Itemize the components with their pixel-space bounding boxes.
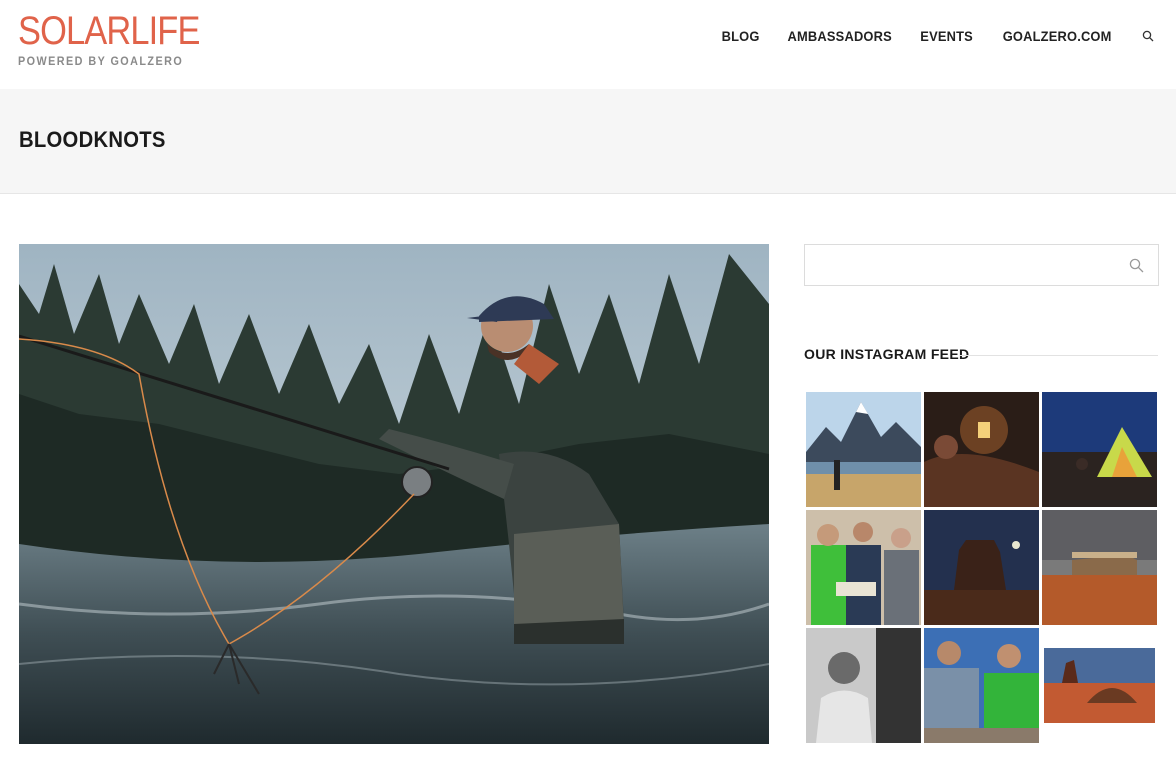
widget-title-divider — [960, 355, 1158, 356]
page-title-bar: BLOODKNOTS — [0, 89, 1176, 194]
instagram-tile-cabin-desert[interactable] — [1042, 510, 1157, 625]
site-logo[interactable]: SOLARLIFE POWERED BY GOALZERO — [18, 10, 229, 68]
search-input[interactable] — [805, 245, 1129, 283]
logo-subtitle: POWERED BY GOALZERO — [18, 54, 184, 68]
fly-fishing-photo — [19, 244, 769, 744]
featured-image[interactable] — [19, 244, 769, 744]
instagram-grid — [806, 392, 1158, 744]
page-title: BLOODKNOTS — [19, 127, 166, 152]
sidebar-search — [804, 244, 1159, 286]
main-nav: BLOG AMBASSADORS EVENTS GOALZERO.COM — [698, 28, 1154, 44]
nav-goalzero[interactable]: GOALZERO.COM — [1002, 28, 1111, 44]
nav-ambassadors[interactable]: AMBASSADORS — [788, 28, 892, 44]
site-header: SOLARLIFE POWERED BY GOALZERO BLOG AMBAS… — [0, 0, 1176, 89]
nav-blog[interactable]: BLOG — [721, 28, 759, 44]
instagram-tile-three-people[interactable] — [806, 510, 921, 625]
logo-text: SOLARLIFE — [18, 9, 200, 53]
nav-events[interactable]: EVENTS — [921, 28, 974, 44]
instagram-tile-tent-dusk[interactable] — [1042, 392, 1157, 507]
instagram-tile-two-climbers[interactable] — [924, 628, 1039, 743]
instagram-tile-hogan-sunset[interactable] — [1042, 628, 1157, 743]
search-icon[interactable] — [1129, 258, 1144, 273]
instagram-tile-mountain-lake[interactable] — [806, 392, 921, 507]
instagram-tile-lantern-cave[interactable] — [924, 392, 1039, 507]
instagram-tile-portrait-bw[interactable] — [806, 628, 921, 743]
search-icon[interactable] — [1142, 30, 1154, 42]
instagram-widget-title: OUR INSTAGRAM FEED — [804, 346, 970, 362]
instagram-tile-butte-night[interactable] — [924, 510, 1039, 625]
